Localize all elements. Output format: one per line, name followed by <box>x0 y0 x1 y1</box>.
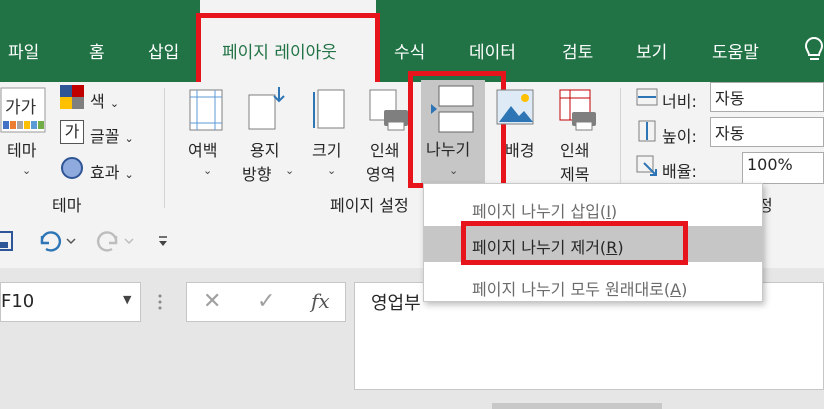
menu-item-insert-break-text: 페이지 나누기 삽입( <box>472 202 607 221</box>
scale-label: 배율: <box>662 162 697 181</box>
width-label: 너비: <box>662 92 697 111</box>
highlight-box-breaks <box>408 71 506 188</box>
print-area-icon[interactable] <box>368 88 408 132</box>
redo-icon[interactable] <box>92 230 138 252</box>
group-label-page-setup: 페이지 설정 <box>330 196 409 215</box>
theme-sample-text: 가가 <box>5 98 37 118</box>
tab-home[interactable]: 홈 <box>89 38 105 63</box>
background-label[interactable]: 배경 <box>505 137 534 161</box>
scale-icon <box>636 155 658 177</box>
themes-button[interactable]: 가가 <box>0 87 46 133</box>
height-icon <box>636 120 658 142</box>
tab-review[interactable]: 검토 <box>562 38 593 63</box>
print-titles-icon[interactable] <box>558 88 598 132</box>
print-area-label-1[interactable]: 인쇄 <box>370 137 399 161</box>
cancel-icon[interactable]: ✕ <box>203 289 221 314</box>
margins-icon[interactable] <box>188 88 224 132</box>
effects-button[interactable]: 효과 ⌄ <box>90 159 134 183</box>
name-box-value: F10 <box>1 291 35 312</box>
orientation-icon[interactable] <box>247 85 287 131</box>
group-label-theme: 테마 <box>52 196 82 215</box>
orientation-label-1[interactable]: 용지 <box>250 137 279 161</box>
size-label[interactable]: 크기 <box>312 137 341 161</box>
tab-file[interactable]: 파일 <box>8 38 39 63</box>
colors-label: 색 <box>90 92 105 111</box>
tab-help[interactable]: 도움말 <box>712 38 759 63</box>
highlight-box-tab <box>196 13 380 87</box>
chevron-down-icon: ⌄ <box>285 164 295 177</box>
menu-item-reset-breaks[interactable]: 페이지 나누기 모두 원래대로(A) <box>424 268 762 304</box>
margins-label[interactable]: 여백 <box>188 137 217 161</box>
formula-buttons: ✕ ✓ fx <box>186 282 346 322</box>
menu-item-reset-breaks-key: A <box>670 280 682 299</box>
fonts-label: 글꼴 <box>90 127 120 146</box>
scrollbar-thumb[interactable] <box>492 403 662 409</box>
effects-label: 효과 <box>90 163 120 182</box>
tab-view[interactable]: 보기 <box>636 38 667 63</box>
tab-insert[interactable]: 삽입 <box>148 38 179 63</box>
width-icon <box>636 86 658 108</box>
chevron-down-icon: ⌄ <box>22 164 32 177</box>
fonts-icon: 가 <box>60 120 84 144</box>
orientation-label-2[interactable]: 방향 <box>242 161 271 185</box>
chevron-down-icon: ▼ <box>123 293 132 306</box>
scale-spinner[interactable]: 100% <box>742 152 824 184</box>
height-select[interactable]: 자동 <box>710 117 824 147</box>
print-titles-label-2[interactable]: 제목 <box>560 161 589 185</box>
undo-icon[interactable] <box>36 230 76 252</box>
width-select[interactable]: 자동 <box>710 82 824 112</box>
chevron-down-icon: ⌄ <box>203 164 213 177</box>
lightbulb-icon[interactable] <box>804 36 824 66</box>
effects-icon <box>60 156 84 180</box>
splitter-handle[interactable] <box>158 292 162 312</box>
menu-item-insert-break-close: ) <box>610 202 618 221</box>
themes-label: 테마 <box>7 141 37 160</box>
fonts-button[interactable]: 글꼴 ⌄ <box>90 123 134 147</box>
name-box[interactable]: F10 ▼ <box>0 282 141 322</box>
tab-data[interactable]: 데이터 <box>469 38 516 63</box>
group-separator <box>164 88 165 208</box>
background-icon[interactable] <box>495 88 535 132</box>
menu-item-reset-breaks-text: 페이지 나누기 모두 원래대로( <box>472 280 671 299</box>
colors-button[interactable]: 색 ⌄ <box>90 88 119 112</box>
save-icon[interactable] <box>0 230 14 252</box>
menu-item-reset-breaks-close: ) <box>681 280 688 299</box>
colors-icon[interactable] <box>60 85 84 109</box>
tab-formulas[interactable]: 수식 <box>394 38 425 63</box>
print-titles-label-1[interactable]: 인쇄 <box>560 137 589 161</box>
customize-qat-icon[interactable] <box>156 233 170 247</box>
highlight-box-remove-break <box>461 221 688 265</box>
size-icon[interactable] <box>312 88 348 132</box>
height-label: 높이: <box>662 127 697 146</box>
enter-icon[interactable]: ✓ <box>257 289 275 314</box>
insert-function-icon[interactable]: fx <box>311 289 330 313</box>
print-area-label-2[interactable]: 영역 <box>366 161 395 185</box>
chevron-down-icon: ⌄ <box>327 164 337 177</box>
